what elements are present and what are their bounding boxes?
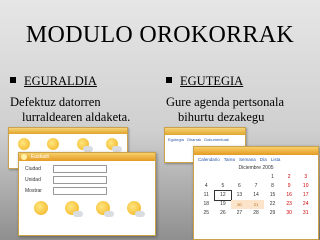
calendar-day[interactable] xyxy=(231,173,248,182)
left-desc-line2: lurraldearen aldaketa. xyxy=(22,110,131,124)
calendar-day-event[interactable]: 20 xyxy=(231,200,248,209)
sun-icon xyxy=(126,201,145,217)
left-bullet: EGURALDIA xyxy=(10,74,160,89)
tab-calendario[interactable]: Calendario xyxy=(198,157,220,162)
left-description: Defektuz datorren lurraldearen aldaketa. xyxy=(10,95,160,125)
calendar-day[interactable]: 30 xyxy=(281,209,298,218)
forecast-row xyxy=(25,201,149,217)
tab-lista[interactable]: Lista xyxy=(271,157,281,162)
calendar-day[interactable] xyxy=(248,173,265,182)
city-select[interactable] xyxy=(53,165,107,173)
calendar-day[interactable]: 6 xyxy=(231,182,248,191)
right-desc-line1: Gure agenda pertsonala xyxy=(166,95,284,109)
bullet-icon xyxy=(166,77,172,83)
calendar-day[interactable]: 2 xyxy=(281,173,298,182)
tab-semana[interactable]: Semana xyxy=(239,157,256,162)
calendar-day[interactable]: 7 xyxy=(248,182,265,191)
calendar-month: Diciembre 2005 xyxy=(238,165,274,171)
right-column: EGUTEGIA Gure agenda pertsonala bihurtu … xyxy=(166,74,316,125)
widget-title: Euskadi xyxy=(31,154,49,160)
slide-title: MODULO OROKORRAK xyxy=(25,22,295,48)
calendar-tabs: Calendario Tarea Semana Día Lista xyxy=(194,155,318,164)
field-label: Mostrar xyxy=(25,188,42,194)
sun-icon xyxy=(33,201,48,215)
form-row: Mostrar xyxy=(25,187,149,195)
calendar-day[interactable]: 19 xyxy=(215,200,232,209)
calendar-day[interactable]: 17 xyxy=(297,191,314,200)
calendar-day[interactable]: 10 xyxy=(297,182,314,191)
left-desc-line1: Defektuz datorren xyxy=(10,95,101,109)
calendar-day[interactable]: 31 xyxy=(297,209,314,218)
widget-titlebar: Euskadi xyxy=(19,153,155,161)
sun-icon xyxy=(17,138,30,150)
calendar-day[interactable]: 28 xyxy=(248,209,265,218)
bullet-icon xyxy=(10,77,16,83)
tab-egutegia[interactable]: Egutegia xyxy=(168,137,184,142)
sun-icon xyxy=(47,138,60,150)
calendar-day[interactable]: 4 xyxy=(198,182,215,191)
calendar-day[interactable]: 14 xyxy=(248,191,265,200)
calendar-widget: Calendario Tarea Semana Día Lista Diciem… xyxy=(193,146,319,240)
form-row: Ciudad xyxy=(25,165,149,173)
form-row: Unidad xyxy=(25,176,149,184)
sun-icon xyxy=(106,138,123,152)
calendar-day[interactable]: 3 xyxy=(297,173,314,182)
widget-titlebar xyxy=(9,128,127,134)
field-label: Unidad xyxy=(25,177,41,183)
sun-icon xyxy=(21,154,27,160)
cloud-icon xyxy=(134,211,145,217)
field-label: Ciudad xyxy=(25,166,41,172)
calendar-day-event[interactable]: 21 xyxy=(247,200,265,209)
unit-select[interactable] xyxy=(53,176,107,184)
tab-dia[interactable]: Día xyxy=(260,157,267,162)
calendar-day[interactable]: 1 xyxy=(264,173,281,182)
calendar-day[interactable]: 16 xyxy=(281,191,298,200)
calendar-day[interactable] xyxy=(215,173,232,182)
show-select[interactable] xyxy=(53,187,107,195)
calendar-day[interactable]: 11 xyxy=(198,191,215,200)
cloud-icon xyxy=(72,211,83,217)
calendar-day[interactable]: 24 xyxy=(297,200,314,209)
right-heading[interactable]: EGUTEGIA xyxy=(180,74,243,89)
sun-icon xyxy=(95,201,114,217)
left-heading[interactable]: EGURALDIA xyxy=(24,74,97,89)
calendar-day[interactable]: 25 xyxy=(198,209,215,218)
left-column: EGURALDIA Defektuz datorren lurraldearen… xyxy=(10,74,160,125)
calendar-day[interactable] xyxy=(198,173,215,182)
right-bullet: EGUTEGIA xyxy=(166,74,316,89)
calendar-day[interactable]: 15 xyxy=(264,191,281,200)
calendar-day[interactable]: 22 xyxy=(264,200,281,209)
tab-dokumentuak[interactable]: Dokumentuak xyxy=(204,137,229,142)
tab-tarea[interactable]: Tarea xyxy=(224,157,235,162)
calendar-day-today[interactable]: 12 xyxy=(213,190,233,201)
right-description: Gure agenda pertsonala bihurtu dezakegu xyxy=(166,95,316,125)
calendar-day[interactable]: 18 xyxy=(198,200,215,209)
right-desc-line2: bihurtu dezakegu xyxy=(178,110,265,124)
calendar-grid: 1 2 3 4 5 6 7 8 9 10 11 12 13 14 15 16 1… xyxy=(198,173,314,218)
cloud-icon xyxy=(103,211,114,217)
notes-tabs: Egutegia Oharrak Dokumentuak xyxy=(165,135,245,144)
calendar-day[interactable]: 8 xyxy=(264,182,281,191)
widget-titlebar xyxy=(194,147,318,155)
calendar-day[interactable]: 13 xyxy=(231,191,248,200)
calendar-day[interactable]: 27 xyxy=(231,209,248,218)
calendar-day[interactable]: 29 xyxy=(264,209,281,218)
weather-widget: Euskadi Ciudad Unidad Mostrar xyxy=(18,152,156,236)
calendar-day[interactable]: 23 xyxy=(281,200,298,209)
calendar-day[interactable]: 9 xyxy=(281,182,298,191)
widget-titlebar xyxy=(165,128,245,135)
calendar-day[interactable]: 26 xyxy=(215,209,232,218)
sun-icon xyxy=(76,138,93,152)
sun-icon xyxy=(64,201,83,217)
calendar-day[interactable]: 5 xyxy=(215,182,232,191)
tab-oharrak[interactable]: Oharrak xyxy=(187,137,201,142)
